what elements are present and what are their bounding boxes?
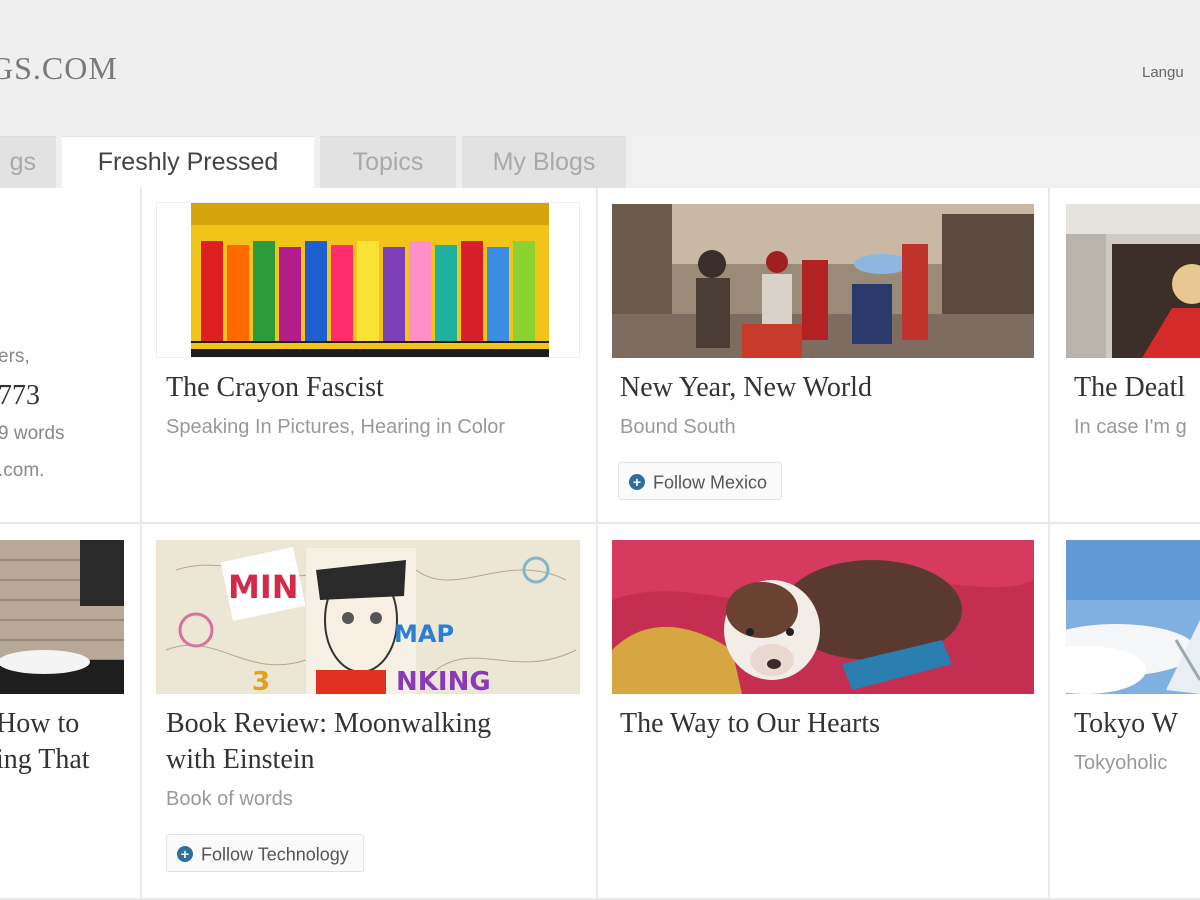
- mind-map-illustration: MIN MAP 3 NKING: [156, 540, 580, 694]
- street-scene-image: [612, 204, 1034, 358]
- post-title[interactable]: Tokyo W: [1074, 706, 1178, 742]
- stats-panel: ers, 773 9 words .com.: [0, 188, 142, 524]
- language-link[interactable]: Langu: [1142, 64, 1184, 81]
- plus-icon: +: [177, 846, 193, 863]
- post-blog-name[interactable]: In case I'm g: [1074, 416, 1187, 439]
- tab-freshly-pressed[interactable]: Freshly Pressed: [62, 136, 314, 188]
- post-title[interactable]: New Year, New World: [620, 370, 872, 406]
- stats-line: ers,: [0, 346, 30, 367]
- post-card[interactable]: New Year, New World Bound South + Follow …: [598, 188, 1050, 524]
- tab-blogs[interactable]: gs: [0, 136, 56, 188]
- post-title-line[interactable]: How to: [0, 706, 79, 742]
- svg-text:MIN: MIN: [228, 568, 299, 606]
- svg-text:3: 3: [252, 667, 270, 694]
- post-title[interactable]: The Way to Our Hearts: [620, 706, 880, 742]
- sky-clouds-image: [1066, 540, 1200, 694]
- tab-bar: gs Freshly Pressed Topics My Blogs: [0, 136, 1200, 188]
- svg-text:NKING: NKING: [396, 667, 491, 694]
- post-blog-name[interactable]: Speaking In Pictures, Hearing in Color: [166, 416, 505, 439]
- stats-count: 773: [0, 380, 40, 411]
- site-logo[interactable]: GS.COM: [0, 50, 118, 87]
- post-thumbnail[interactable]: [612, 204, 1034, 358]
- post-thumbnail[interactable]: MIN MAP 3 NKING: [156, 540, 580, 694]
- brick-wall-image: [0, 540, 124, 694]
- tab-topics[interactable]: Topics: [320, 136, 456, 188]
- post-thumbnail[interactable]: [0, 540, 124, 694]
- stone-wall-image: [1066, 204, 1200, 358]
- post-card[interactable]: The Deatl In case I'm g: [1050, 188, 1200, 524]
- post-thumbnail[interactable]: [612, 540, 1034, 694]
- follow-button[interactable]: + Follow Technology: [166, 834, 364, 872]
- post-thumbnail[interactable]: [156, 202, 580, 358]
- stats-line: 9 words: [0, 423, 65, 444]
- post-blog-name[interactable]: Bound South: [620, 416, 736, 439]
- post-blog-name[interactable]: Tokyoholic: [1074, 752, 1167, 775]
- plus-icon: +: [629, 474, 645, 491]
- dog-on-blanket-image: [612, 540, 1034, 694]
- post-title-line[interactable]: ing That: [0, 742, 90, 778]
- post-card[interactable]: The Crayon Fascist Speaking In Pictures,…: [142, 188, 598, 524]
- post-card[interactable]: How to ing That: [0, 524, 142, 900]
- post-title-line[interactable]: with Einstein: [166, 742, 315, 778]
- post-card[interactable]: MIN MAP 3 NKING Book Review: Moonwalking…: [142, 524, 598, 900]
- post-card[interactable]: Tokyo W Tokyoholic: [1050, 524, 1200, 900]
- follow-button[interactable]: + Follow Mexico: [618, 462, 783, 500]
- post-title[interactable]: The Deatl: [1074, 370, 1185, 406]
- post-blog-name[interactable]: Book of words: [166, 788, 293, 811]
- post-title[interactable]: The Crayon Fascist: [166, 370, 384, 406]
- crayon-box-image: [191, 203, 549, 357]
- post-title-line[interactable]: Book Review: Moonwalking: [166, 706, 491, 742]
- stats-link[interactable]: .com.: [0, 460, 44, 482]
- site-header: GS.COM Langu: [0, 0, 1200, 136]
- post-thumbnail[interactable]: [1066, 204, 1200, 358]
- post-card[interactable]: The Way to Our Hearts: [598, 524, 1050, 900]
- post-grid: ers, 773 9 words .com. The Crayon Fascis…: [0, 188, 1200, 900]
- post-thumbnail[interactable]: [1066, 540, 1200, 694]
- tab-my-blogs[interactable]: My Blogs: [462, 136, 626, 188]
- svg-text:MAP: MAP: [394, 620, 454, 648]
